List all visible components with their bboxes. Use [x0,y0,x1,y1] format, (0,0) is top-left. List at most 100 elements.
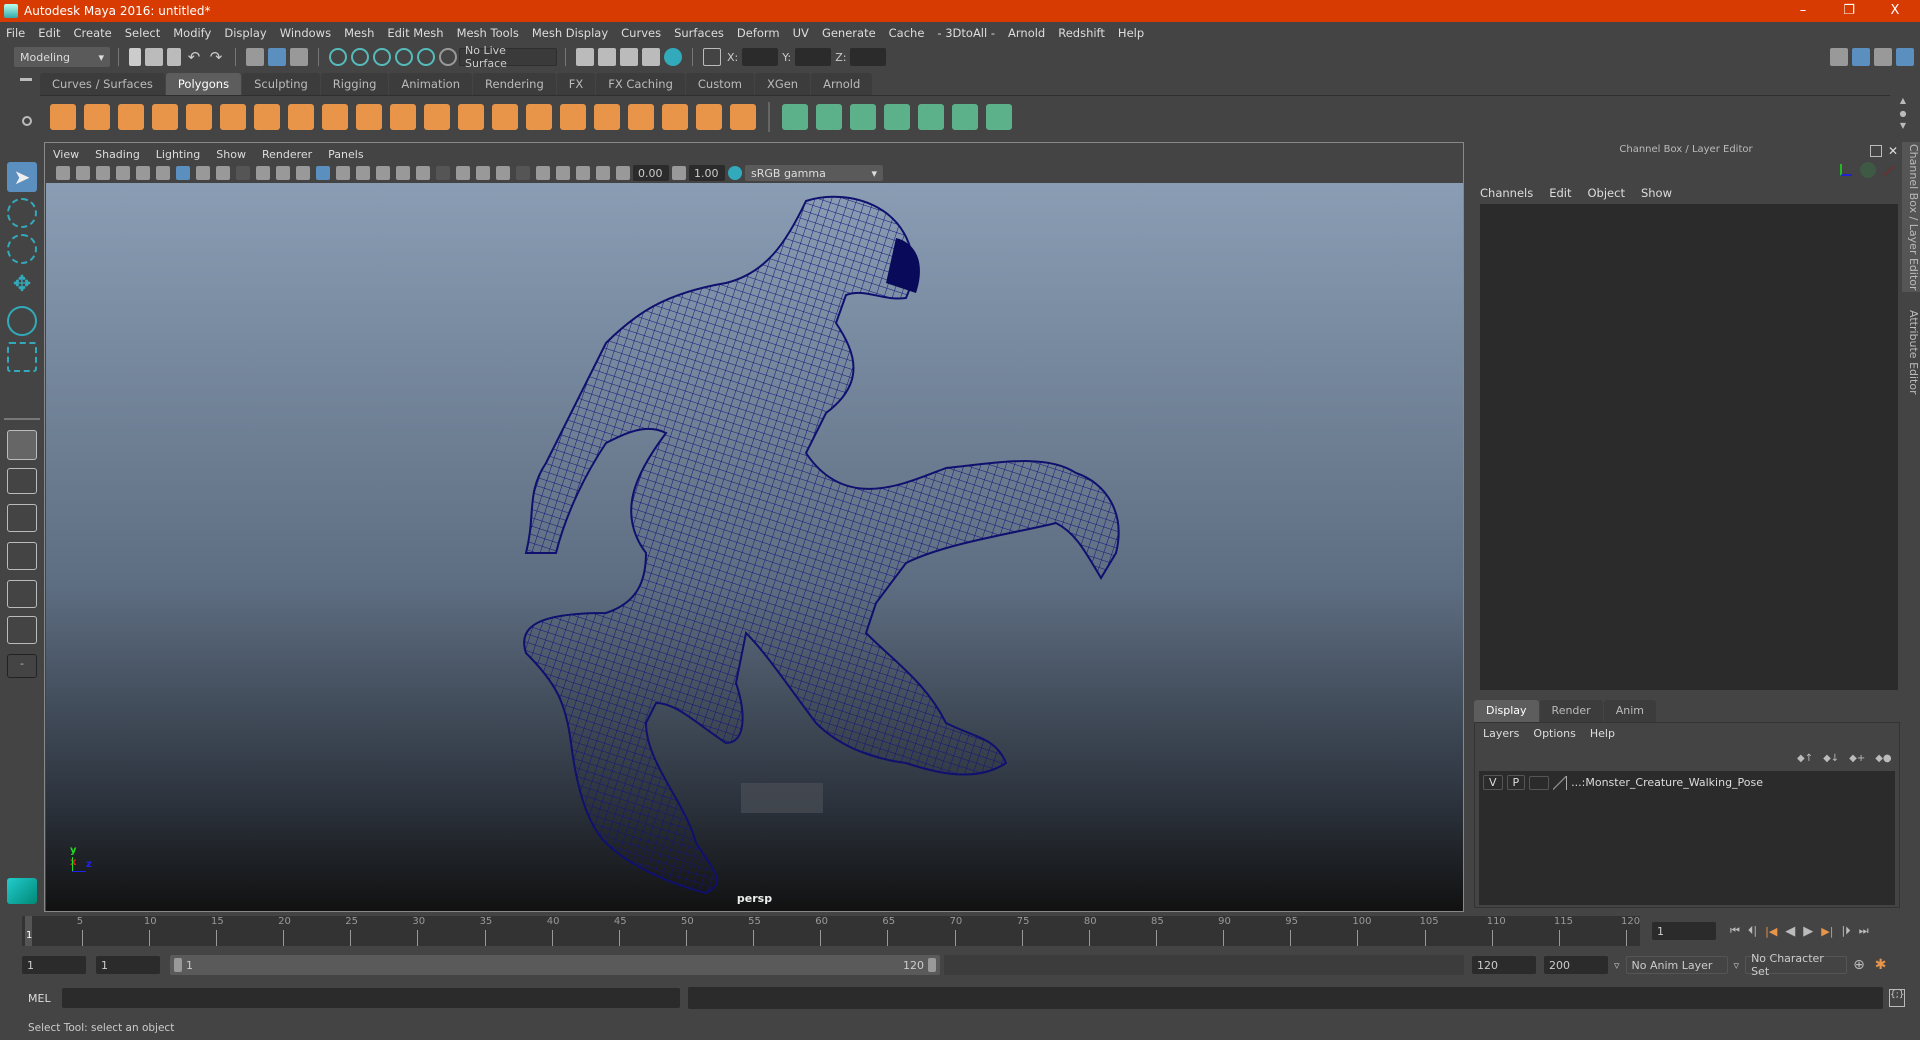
textured-icon[interactable] [396,166,410,180]
range-end-handle[interactable] [928,958,936,972]
menu-windows[interactable]: Windows [280,26,331,40]
menu-mesh[interactable]: Mesh [344,26,374,40]
step-back-key-icon[interactable]: |◀ [1765,925,1777,938]
smooth-icon[interactable] [424,103,450,130]
hypershade-persp-layout-icon[interactable] [7,580,37,608]
mirror-icon[interactable] [730,103,756,130]
shelf-tab-animation[interactable]: Animation [389,73,473,95]
safe-action-icon[interactable] [276,166,290,180]
channel-speed-icon[interactable] [1860,162,1876,178]
play-forwards-icon[interactable]: ▶ [1803,924,1813,939]
bookmarks-icon[interactable] [96,166,110,180]
layer-menu-layers[interactable]: Layers [1483,727,1519,740]
go-to-end-icon[interactable]: ⏭ [1859,924,1869,938]
play-backwards-icon[interactable]: ◀ [1785,924,1795,939]
shelf-tab-rigging[interactable]: Rigging [320,73,389,95]
menu-file[interactable]: File [6,26,25,40]
camera-attributes-icon[interactable] [76,166,90,180]
scroll-handle-icon[interactable]: ● [1900,109,1907,118]
menu-mesh-display[interactable]: Mesh Display [532,26,608,40]
shelf-tab-rendering[interactable]: Rendering [473,73,556,95]
layer-display-type-toggle[interactable] [1529,775,1550,790]
use-all-lights-icon[interactable] [416,166,430,180]
select-component-icon[interactable] [290,48,308,66]
color-space-dropdown[interactable]: sRGB gamma ▾ [745,165,883,181]
unfold-uv-icon[interactable] [918,103,944,130]
hypershade-icon[interactable] [664,48,682,66]
grease-pencil-icon[interactable] [156,166,170,180]
tool-settings-icon[interactable] [1874,48,1892,66]
shelf-tab-fx-caching[interactable]: FX Caching [596,73,685,95]
default-material-icon[interactable] [356,166,370,180]
snap-live-icon[interactable] [439,48,457,66]
layer-menu-options[interactable]: Options [1533,727,1575,740]
move-tool-icon[interactable]: ✥ [7,270,37,300]
menu-modify[interactable]: Modify [173,26,211,40]
combine-icon[interactable] [322,103,348,130]
layer-name[interactable]: ...:Monster_Creature_Walking_Pose [1571,776,1763,789]
poly-pipe-icon[interactable] [288,103,314,130]
gamma-field[interactable]: 1.00 [689,165,725,181]
shadows-icon[interactable] [436,166,450,180]
anim-layer-field[interactable]: No Anim Layer [1625,956,1728,974]
layer-tab-anim[interactable]: Anim [1603,700,1656,722]
motion-blur-icon[interactable] [476,166,490,180]
go-to-start-icon[interactable]: ⏮ [1730,924,1740,938]
layout-uv-icon[interactable] [986,103,1012,130]
wireframe-icon[interactable] [316,166,330,180]
minimize-button[interactable]: – [1780,0,1826,22]
exposure-field[interactable]: 0.00 [633,165,669,181]
close-button[interactable]: X [1872,0,1918,22]
menu-edit-mesh[interactable]: Edit Mesh [387,26,443,40]
mel-input[interactable] [62,988,680,1008]
spherical-uv-icon[interactable] [850,103,876,130]
menu-select[interactable]: Select [125,26,160,40]
viewport-menu-lighting[interactable]: Lighting [156,148,200,161]
manipulator-axis-icon[interactable] [1840,164,1852,176]
playback-start-field[interactable]: 1 [96,956,160,974]
menu-deform[interactable]: Deform [737,26,780,40]
xray-joints-icon[interactable] [596,166,610,180]
xray-active-components-icon[interactable] [576,166,590,180]
modeling-toolkit-icon[interactable] [1830,48,1848,66]
live-surface-field[interactable]: No Live Surface [459,44,557,70]
step-back-frame-icon[interactable]: ⏴| [1748,924,1757,938]
menu-generate[interactable]: Generate [822,26,876,40]
poly-sphere-icon[interactable] [50,103,76,130]
viewport-menu-renderer[interactable]: Renderer [262,148,312,161]
channel-box-toggle-icon[interactable] [1896,48,1914,66]
move-layer-up-icon[interactable]: ◆↑ [1797,753,1813,764]
image-plane-icon[interactable] [116,166,130,180]
outliner-persp-layout-icon[interactable] [7,504,37,532]
menu-cache[interactable]: Cache [889,26,925,40]
scroll-down-icon[interactable]: ▼ [1900,121,1906,130]
uv-editor-icon[interactable] [952,103,978,130]
character-set-field[interactable]: No Character Set [1745,952,1848,978]
move-layer-down-icon[interactable]: ◆↓ [1823,753,1839,764]
menu-uv[interactable]: UV [793,26,809,40]
viewport-menu-view[interactable]: View [53,148,79,161]
creature-wireframe-mesh[interactable] [46,183,1463,911]
menu-edit[interactable]: Edit [38,26,60,40]
exposure-icon[interactable] [616,166,630,180]
layer-tab-render[interactable]: Render [1539,700,1603,722]
open-scene-icon[interactable] [145,48,163,66]
range-start-handle[interactable] [174,958,182,972]
float-panel-icon[interactable] [1870,145,1882,157]
anti-aliasing-icon[interactable] [496,166,510,180]
shelf-settings-icon[interactable] [22,116,32,126]
target-weld-icon[interactable] [696,103,722,130]
paint-select-tool-icon[interactable] [7,234,37,264]
3d-viewport[interactable]: y x z persp [46,183,1463,911]
new-empty-layer-icon[interactable]: ◆+ [1849,753,1865,764]
shelf-tab-curves-surfaces[interactable]: Curves / Surfaces [40,73,165,95]
menu-surfaces[interactable]: Surfaces [674,26,724,40]
snap-curve-icon[interactable] [351,48,369,66]
undo-icon[interactable]: ↶ [185,48,203,66]
gamma-icon[interactable] [672,166,686,180]
side-tab-channel-box[interactable]: Channel Box / Layer Editor [1902,142,1920,292]
select-tool-icon[interactable]: ➤ [7,162,37,192]
persp-graph-layout-icon[interactable] [7,542,37,570]
boolean-icon[interactable] [458,103,484,130]
render-settings-icon[interactable] [642,48,660,66]
